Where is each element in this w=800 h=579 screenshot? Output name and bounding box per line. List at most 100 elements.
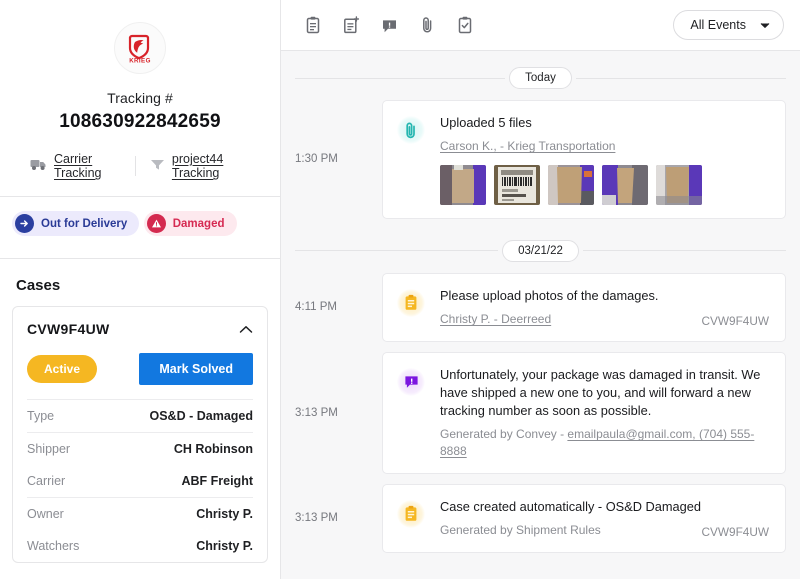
logo-wrapper: KRIEG	[16, 22, 264, 74]
package-photo-4[interactable]	[602, 164, 648, 205]
case-card-header: CVW9F4UW	[27, 321, 253, 337]
paperclip-icon[interactable]	[416, 14, 438, 36]
event-card[interactable]: Unfortunately, your package was damaged …	[382, 351, 786, 474]
date-chip: Today	[509, 67, 572, 89]
event-icon-wrapper	[396, 114, 426, 205]
case-row-owner: Owner Christy P.	[27, 497, 253, 530]
date-separator-03-21-22: 03/21/22	[281, 224, 800, 268]
status-badges: Out for Delivery Damaged	[0, 197, 280, 258]
event-body: Unfortunately, your package was damaged …	[440, 366, 769, 460]
case-row-carrier: Carrier ABF Freight	[27, 465, 253, 497]
case-row-key: Owner	[27, 507, 64, 521]
warning-triangle-icon	[146, 214, 166, 233]
event-card[interactable]: Uploaded 5 files Carson K., - Krieg Tran…	[382, 100, 786, 219]
paperclip-icon	[397, 116, 425, 144]
event-author: Christy P. - Deerreed	[440, 312, 552, 327]
project44-tracking-link[interactable]: project44 Tracking	[136, 152, 264, 180]
case-card: CVW9F4UW Active Mark Solved Type OS&D - …	[12, 306, 268, 563]
package-photo-5[interactable]	[656, 164, 702, 205]
events-filter-label: All Events	[690, 18, 746, 32]
event-title: Case created automatically - OS&D Damage…	[440, 498, 702, 514]
event-subtitle: Christy P. - Deerreed	[440, 311, 551, 328]
tracking-number: 108630922842659	[59, 111, 221, 132]
event-body: Case created automatically - OS&D Damage…	[440, 498, 769, 539]
shipment-sidebar: KRIEG Tracking # 108630922842659 Carrier…	[0, 0, 281, 579]
event-icon-wrapper	[396, 498, 426, 539]
chevron-up-icon[interactable]	[239, 325, 253, 334]
package-label-photo-2[interactable]	[494, 164, 540, 205]
app-root: KRIEG Tracking # 108630922842659 Carrier…	[0, 0, 800, 579]
krieg-logo: KRIEG	[114, 22, 166, 74]
events-filter-dropdown[interactable]: All Events	[673, 10, 784, 40]
clipboard-icon[interactable]	[302, 14, 324, 36]
event-time: 3:13 PM	[281, 563, 382, 579]
svg-text:KRIEG: KRIEG	[129, 57, 151, 64]
case-row-shipper: Shipper CH Robinson	[27, 432, 253, 465]
timeline-event-customer-message[interactable]: 3:13 PM Unfortunately, your package was	[281, 347, 800, 479]
task-check-icon[interactable]	[454, 14, 476, 36]
timeline-event-uploaded-files[interactable]: 1:30 PM Uploaded 5 files Carson K., - Kr…	[281, 95, 800, 224]
mark-solved-button[interactable]: Mark Solved	[139, 353, 253, 385]
message-alert-icon	[397, 367, 425, 396]
cases-heading: Cases	[16, 277, 61, 294]
events-panel: All Events Today 1:30 PM Uploaded 5 file…	[281, 0, 800, 579]
event-title: Unfortunately, your package was damaged …	[440, 366, 761, 419]
event-subtitle: Carson K., - Krieg Transportation	[440, 138, 769, 155]
project44-tracking-label: project44 Tracking	[171, 152, 224, 180]
case-row-value: Christy P.	[196, 507, 253, 521]
case-row-type: Type OS&D - Damaged	[27, 399, 253, 432]
event-subtitle: Generated by Convey - emailpaula@gmail.c…	[440, 426, 769, 460]
event-subtitle: Generated by Shipment Rules	[440, 523, 601, 538]
case-row-key: Carrier	[27, 474, 66, 488]
event-card[interactable]: Please upload photos of the damages. Chr…	[382, 272, 786, 342]
message-alert-icon[interactable]	[378, 14, 400, 36]
case-row-key: Shipper	[27, 442, 71, 456]
event-thumbnails	[440, 164, 769, 205]
case-row-value: CH Robinson	[173, 442, 253, 456]
case-id: CVW9F4UW	[27, 321, 110, 337]
timeline-event-case-created[interactable]: 3:13 PM Case created automatically - OS&…	[281, 479, 800, 558]
case-row-key: Watchers	[27, 539, 80, 553]
carrier-tracking-label: Carrier Tracking	[54, 152, 102, 180]
event-icon-wrapper	[396, 366, 426, 460]
event-source: Generated by Convey -	[440, 427, 568, 442]
case-actions: Active Mark Solved	[27, 353, 253, 385]
date-line-left	[295, 250, 499, 252]
case-row-value: ABF Freight	[181, 474, 253, 488]
case-status-pill[interactable]: Active	[27, 355, 98, 383]
tracking-label: Tracking #	[107, 90, 173, 106]
status-badge-out-for-delivery[interactable]: Out for Delivery	[12, 211, 140, 236]
date-line-left	[295, 77, 506, 79]
note-clipboard-icon	[397, 288, 425, 317]
timeline-event-package-damaged[interactable]: 3:13 PM	[281, 558, 800, 579]
event-footer-row: Generated by Shipment Rules CVW9F4UW	[440, 516, 769, 539]
case-row-value: Christy P.	[196, 539, 253, 553]
funnel-icon	[150, 158, 165, 174]
document-add-icon[interactable]	[340, 14, 362, 36]
status-badge-label: Out for Delivery	[41, 217, 128, 230]
package-photo-1[interactable]	[440, 164, 486, 205]
event-body: Please upload photos of the damages. Chr…	[440, 287, 769, 328]
package-photo-3[interactable]	[548, 164, 594, 205]
events-timeline[interactable]: Today 1:30 PM Uploaded 5 files Carson K.…	[281, 51, 800, 579]
event-time: 3:13 PM	[295, 512, 338, 525]
truck-icon	[30, 158, 47, 174]
status-badge-label: Damaged	[172, 217, 225, 230]
date-separator-today: Today	[281, 51, 800, 95]
event-card[interactable]: Package damaged in transit. Hazleton, PA…	[382, 563, 786, 579]
event-title: Uploaded 5 files	[440, 115, 532, 130]
case-row-key: Type	[27, 409, 55, 423]
chevron-down-icon	[760, 18, 770, 32]
date-chip: 03/21/22	[502, 239, 579, 262]
event-footer-row: Christy P. - Deerreed CVW9F4UW	[440, 305, 769, 328]
event-card[interactable]: Case created automatically - OS&D Damage…	[382, 483, 786, 553]
status-badge-damaged[interactable]: Damaged	[143, 211, 237, 236]
case-detail-rows: Type OS&D - Damaged Shipper CH Robinson …	[27, 399, 253, 562]
event-time: 4:11 PM	[295, 301, 337, 314]
event-author: Carson K., - Krieg Transportation	[440, 139, 616, 154]
case-row-value: OS&D - Damaged	[149, 409, 254, 423]
timeline-event-upload-request[interactable]: 4:11 PM Please upload photos of the dama…	[281, 268, 800, 347]
carrier-tracking-link[interactable]: Carrier Tracking	[16, 152, 135, 180]
event-case-ref: CVW9F4UW	[701, 313, 769, 328]
event-time: 1:30 PM	[295, 153, 338, 166]
